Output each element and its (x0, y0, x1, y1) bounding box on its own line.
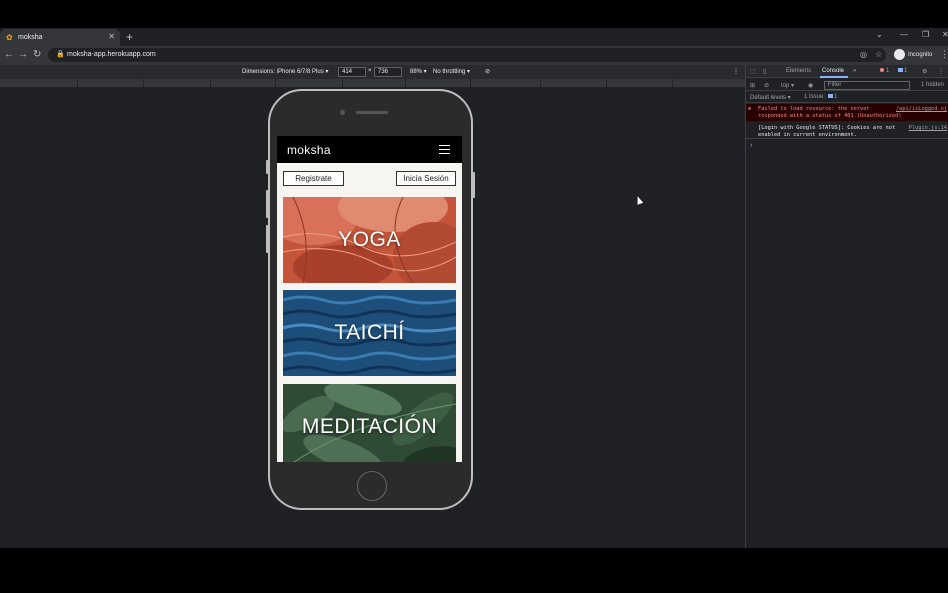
width-input[interactable]: 414 (338, 67, 366, 77)
error-text-line2: responded with a status of 401 (Unauthor… (758, 113, 902, 119)
console-toolbar: ⊞ ⊘ top ▾ ◉ Filter 1 hidden (746, 79, 948, 91)
brand-logo[interactable]: moksha (287, 143, 331, 157)
favicon-icon: ✿ (6, 32, 13, 42)
login-button[interactable]: Inicia Sesión (396, 171, 456, 186)
live-expression-eye-icon[interactable]: ◉ (808, 82, 813, 89)
card-taichi-label: TAICHÍ (334, 321, 405, 344)
navigation-bar: ← → ↻ 🔒 moksha-app.herokuapp.com ◎ ☆ Inc… (0, 46, 948, 65)
console-levels-bar: Default levels ▾ 1 Issue: 1 (746, 92, 948, 103)
address-bar[interactable]: 🔒 moksha-app.herokuapp.com ◎ ☆ (48, 48, 886, 62)
error-source-link[interactable]: /api/isLogged.nj (896, 106, 947, 112)
issue-icon (828, 94, 833, 98)
sidebar-toggle-icon[interactable]: ⊞ (750, 82, 755, 89)
error-x-icon: ⊗ (748, 106, 752, 112)
height-input[interactable]: 736 (374, 67, 402, 77)
tab-console[interactable]: Console (822, 68, 844, 74)
device-toggle-icon[interactable]: ▯ (763, 68, 766, 75)
phone-camera (340, 110, 345, 115)
bookmark-star-icon[interactable]: ☆ (875, 50, 882, 59)
minimize-icon[interactable]: — (900, 30, 908, 39)
active-tab-indicator (820, 76, 848, 78)
forward-icon[interactable]: → (18, 49, 28, 61)
log-text-line1: [Login with Google STATUS]: Cookies are … (758, 125, 896, 131)
tab-more[interactable]: » (853, 68, 856, 74)
context-select[interactable]: top ▾ (781, 82, 794, 89)
reload-icon[interactable]: ↻ (33, 49, 41, 61)
log-text-line2: enabled in current environment. (758, 132, 857, 138)
device-more-icon[interactable]: ⋮ (733, 68, 739, 75)
restore-icon[interactable]: ❐ (922, 30, 929, 39)
url-text[interactable]: moksha-app.herokuapp.com (67, 51, 156, 58)
lock-icon[interactable]: 🔒 (56, 50, 65, 58)
tab-strip: ✿ moksha ✕ + ⌄ — ❐ ✕ (0, 28, 948, 46)
browser-window: ✿ moksha ✕ + ⌄ — ❐ ✕ ← → ↻ 🔒 moksha-app.… (0, 28, 948, 548)
tab-elements[interactable]: Elements (786, 68, 811, 74)
app-screen: moksha Registrate Inicia Sesión YOGA TAI… (277, 136, 462, 462)
dimension-separator: × (368, 68, 372, 74)
card-yoga[interactable]: YOGA (283, 197, 456, 283)
app-header: moksha (277, 136, 462, 163)
console-filter-input[interactable]: Filter (824, 81, 910, 90)
incognito-eye-icon[interactable]: ◎ (860, 50, 867, 59)
browser-tab[interactable]: ✿ moksha ✕ (0, 29, 120, 46)
message-icon (898, 68, 903, 72)
close-tab-icon[interactable]: ✕ (108, 32, 115, 41)
register-button[interactable]: Registrate (283, 171, 344, 186)
card-taichi[interactable]: TAICHÍ (283, 290, 456, 376)
card-meditacion[interactable]: MEDITACIÓN (283, 384, 456, 462)
close-window-icon[interactable]: ✕ (942, 30, 948, 39)
profile-button[interactable]: Incognito (894, 49, 932, 60)
tab-title: moksha (18, 34, 43, 41)
hidden-count: 1 hidden (921, 82, 945, 88)
clear-console-icon[interactable]: ⊘ (764, 82, 769, 89)
profile-label: Incognito (908, 51, 933, 58)
settings-gear-icon[interactable]: ⚙ (922, 68, 927, 75)
device-select[interactable]: Dimensions: iPhone 6/7/8 Plus ▾ (242, 68, 328, 75)
log-source-link[interactable]: Plugin.js:14 (909, 125, 947, 131)
inspect-icon[interactable]: ⬚ (750, 68, 756, 75)
phone-home-button (357, 471, 387, 501)
throttling-select[interactable]: No throttling ▾ (433, 68, 470, 75)
device-toolbar: Dimensions: iPhone 6/7/8 Plus ▾ 414 × 73… (0, 65, 745, 79)
back-icon[interactable]: ← (4, 49, 14, 61)
error-text-line1: Failed to load resource: the server (758, 106, 870, 112)
hamburger-menu-icon[interactable] (439, 145, 450, 154)
devtools-tabbar: ⬚ ▯ Elements Console » 1 1 ⚙ ⋮ (746, 65, 948, 78)
zoom-select[interactable]: 88% ▾ (410, 68, 427, 75)
card-meditacion-label: MEDITACIÓN (301, 415, 438, 438)
screen: ✿ moksha ✕ + ⌄ — ❐ ✕ ← → ↻ 🔒 moksha-app.… (0, 0, 948, 593)
console-prompt[interactable]: › (750, 142, 752, 149)
phone-speaker (356, 111, 388, 114)
tab-search-icon[interactable]: ⌄ (876, 30, 883, 39)
rotate-icon[interactable]: ⊘ (485, 68, 490, 75)
info-count-badge[interactable]: 1 (898, 68, 907, 74)
issues-label[interactable]: 1 Issue: (804, 94, 825, 100)
error-icon (880, 68, 884, 72)
devtools-menu-icon[interactable]: ⋮ (938, 68, 944, 75)
console-error-message[interactable]: ⊗ Failed to load resource: the server re… (746, 104, 948, 122)
card-yoga-label: YOGA (338, 228, 401, 251)
menu-icon[interactable]: ⋮ (940, 49, 948, 60)
devtools-panel: ⬚ ▯ Elements Console » 1 1 ⚙ ⋮ ⊞ ⊘ top ▾… (745, 65, 948, 548)
avatar (894, 49, 905, 60)
console-log-message[interactable]: [Login with Google STATUS]: Cookies are … (746, 123, 948, 139)
error-count-badge[interactable]: 1 (880, 68, 889, 74)
levels-select[interactable]: Default levels ▾ (750, 94, 791, 101)
new-tab-icon[interactable]: + (126, 30, 133, 44)
media-query-ruler (0, 79, 745, 87)
issues-count-badge[interactable]: 1 (828, 94, 837, 100)
